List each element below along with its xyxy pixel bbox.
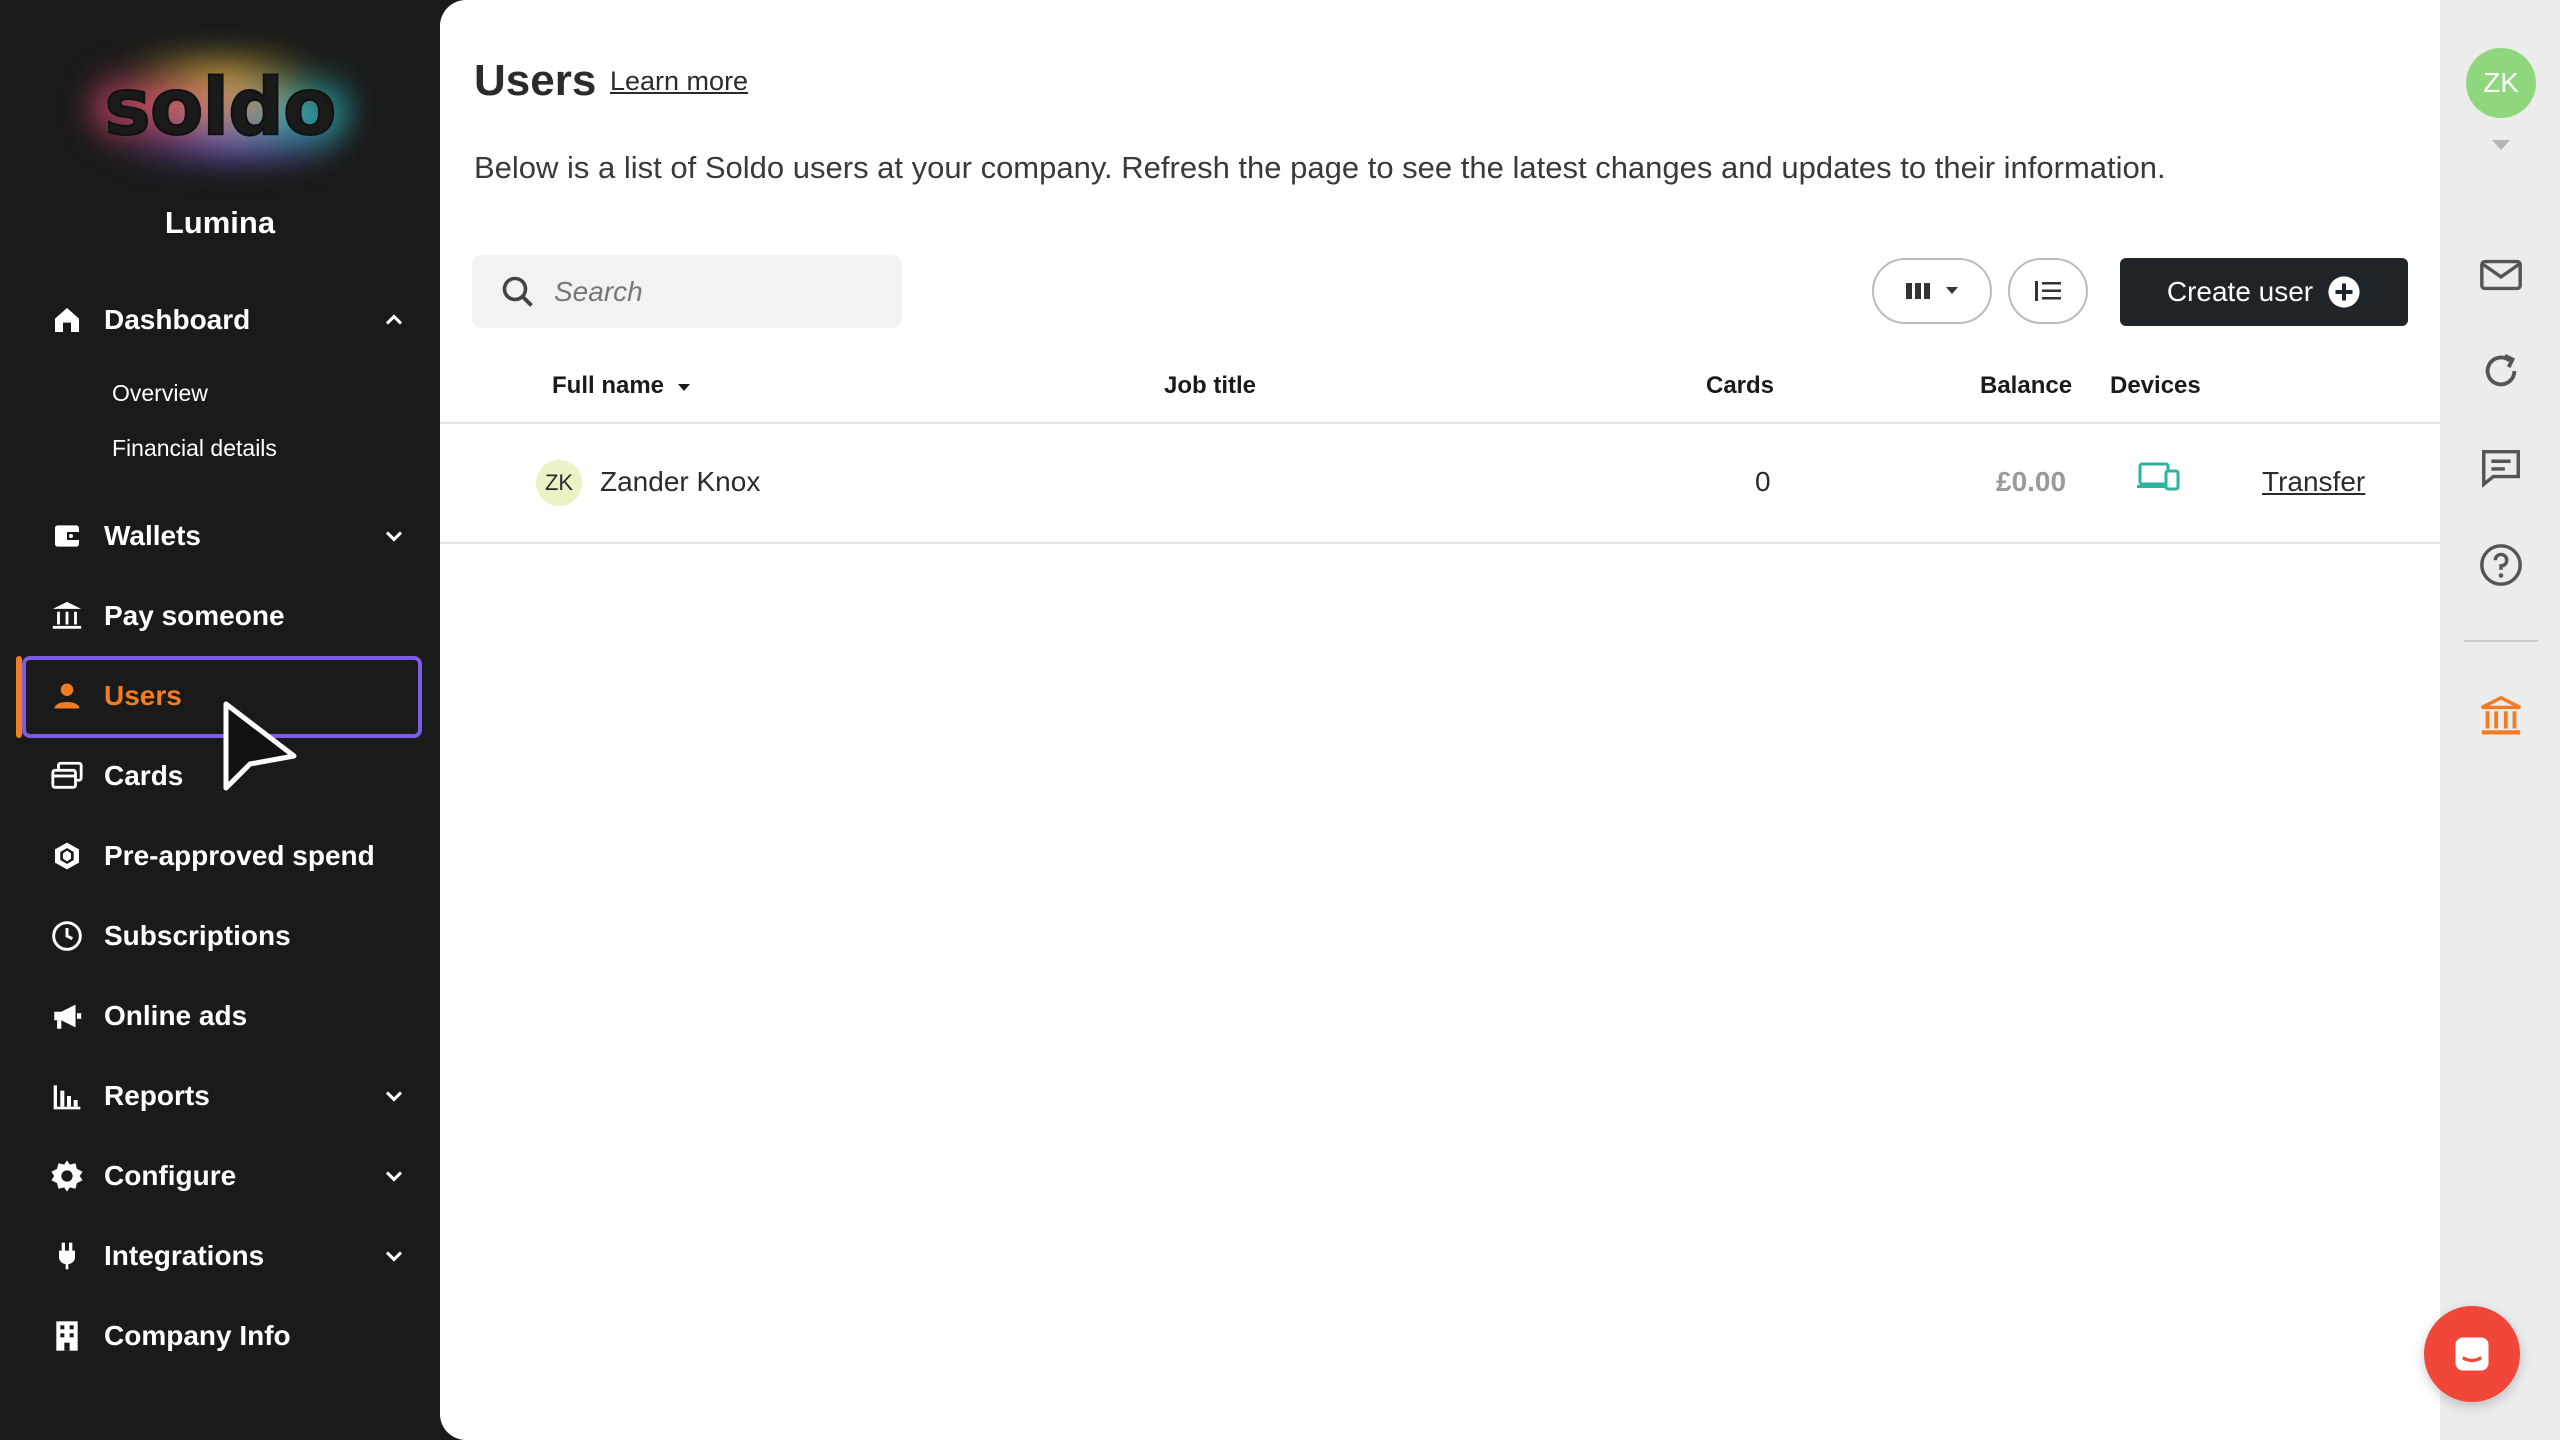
mouse-cursor-icon [223,701,297,791]
sidebar-item-label: Pay someone [104,600,285,631]
sidebar-item-label: Wallets [104,520,201,551]
company-name: Lumina [164,205,276,240]
clock-icon [48,917,86,955]
logo-text: soldo [103,62,337,154]
table-row-divider [440,542,2440,544]
sidebar-item-label: Users [104,680,182,711]
column-header-job-title: Job title [1164,372,1257,399]
chevron-down-icon[interactable] [380,1162,408,1190]
columns-button[interactable] [1872,258,1992,324]
create-user-label: Create user [2166,276,2314,307]
sidebar-subitem-financial-details[interactable]: Financial details [112,435,277,462]
plus-circle-icon [2328,276,2360,308]
avatar[interactable]: ZK [2466,48,2536,118]
search-placeholder: Search [554,275,643,307]
sidebar-item-label: Reports [104,1080,210,1111]
search-input[interactable]: Search [472,255,902,328]
wallet-icon [48,517,86,555]
sidebar: soldo Lumina Dashboard Overview Financia… [0,0,440,1440]
mail-icon[interactable] [2478,252,2524,298]
cards-icon [48,757,86,795]
column-header-balance: Balance [1980,372,2073,399]
bank-icon[interactable] [2478,694,2524,740]
hexagon-icon [48,837,86,875]
caret-down-icon [1946,287,1958,294]
devices-icon[interactable] [2136,460,2180,494]
chevron-down-icon[interactable] [380,522,408,550]
sidebar-item-label: Subscriptions [104,920,291,951]
sidebar-item-wallets[interactable]: Wallets [48,508,408,564]
sidebar-item-label: Dashboard [104,304,251,335]
column-header-cards: Cards [1706,372,1775,399]
right-rail: ZK [2440,0,2560,1440]
page-description: Below is a list of Soldo users at your c… [474,150,2166,185]
sidebar-item-reports[interactable]: Reports [48,1068,408,1124]
caret-down-icon[interactable] [2492,140,2510,150]
refresh-icon[interactable] [2478,348,2524,394]
user-balance: £0.00 [1996,466,2067,497]
sidebar-item-configure[interactable]: Configure [48,1148,408,1204]
column-header-devices: Devices [2110,372,2201,399]
chevron-up-icon[interactable] [380,306,408,334]
chevron-down-icon[interactable] [380,1082,408,1110]
page-title: Users [474,56,597,105]
numbered-list-icon [2035,281,2061,301]
sidebar-item-integrations[interactable]: Integrations [48,1228,408,1284]
sidebar-item-online-ads[interactable]: Online ads [48,988,408,1044]
sort-list-button[interactable] [2008,258,2088,324]
search-icon [502,276,533,307]
sidebar-item-label: Online ads [104,1000,248,1031]
main-content: Users Learn more Below is a list of Sold… [440,0,2440,1440]
sidebar-item-subscriptions[interactable]: Subscriptions [48,908,408,964]
plug-icon [48,1237,86,1275]
bank-transfer-icon [48,597,86,635]
sort-caret-icon [677,384,690,391]
sidebar-item-label: Integrations [104,1240,265,1271]
gear-icon [48,1157,86,1195]
soldo-logo[interactable]: soldo [0,48,440,168]
user-cards-count: 0 [1755,466,1771,497]
user-full-name[interactable]: Zander Knox [600,466,760,498]
building-icon [48,1317,86,1355]
help-icon[interactable] [2478,542,2524,588]
sidebar-item-label: Company Info [104,1320,291,1351]
sidebar-subitem-overview[interactable]: Overview [112,380,208,407]
column-header-full-name[interactable]: Full name [552,372,691,400]
chevron-down-icon[interactable] [380,1242,408,1270]
home-icon [48,301,86,339]
chat-support-button[interactable] [2424,1306,2520,1402]
message-icon[interactable] [2478,444,2524,490]
chat-icon [2455,1337,2489,1371]
sidebar-item-pay-someone[interactable]: Pay someone [48,588,408,644]
sidebar-item-company-info[interactable]: Company Info [48,1308,408,1364]
create-user-button[interactable]: Create user [2120,258,2408,326]
learn-more-link[interactable]: Learn more [610,66,748,97]
sidebar-item-label: Pre-approved spend [104,840,375,871]
sidebar-item-dashboard[interactable]: Dashboard [48,292,408,348]
avatar: ZK [536,460,582,506]
sidebar-item-label: Configure [104,1160,237,1191]
sidebar-item-label: Cards [104,760,184,791]
table-header-divider [440,422,2440,424]
transfer-link[interactable]: Transfer [2262,466,2365,498]
megaphone-icon [48,997,86,1035]
rail-divider [2464,640,2538,642]
bar-chart-icon [48,1077,86,1115]
columns-icon [1906,283,1930,299]
user-icon [48,677,86,715]
sidebar-item-pre-approved-spend[interactable]: Pre-approved spend [48,828,408,884]
